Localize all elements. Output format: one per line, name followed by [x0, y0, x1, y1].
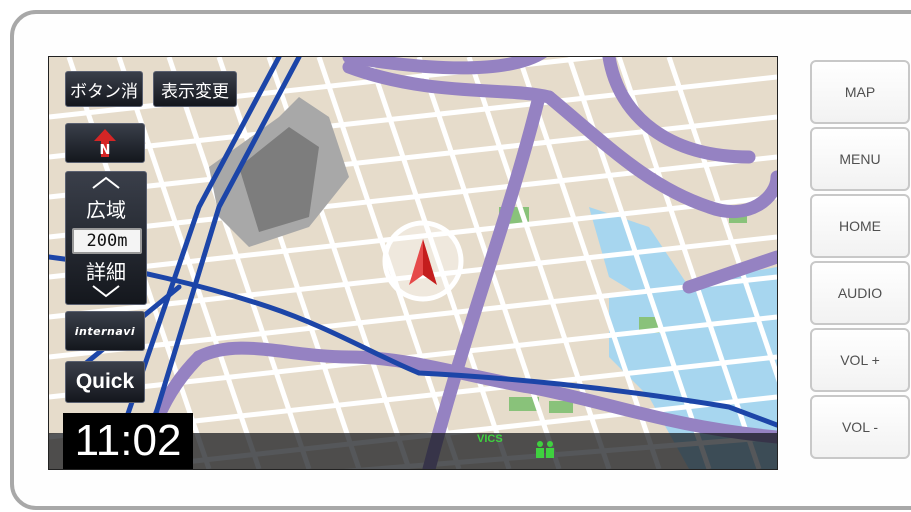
- zoom-wide-label: 広域: [86, 198, 126, 222]
- home-button-label: HOME: [839, 218, 881, 234]
- hide-buttons-button[interactable]: ボタン消: [65, 71, 143, 107]
- hardware-button-panel: MAP MENU HOME AUDIO VOL + VOL -: [810, 60, 911, 466]
- vehicle-position-icon: [382, 220, 464, 302]
- volume-down-button[interactable]: VOL -: [810, 395, 910, 459]
- volume-up-button[interactable]: VOL +: [810, 328, 910, 392]
- internavi-button[interactable]: internavi: [65, 311, 145, 351]
- zoom-detail-label: 詳細: [86, 260, 126, 284]
- clock: 11:02: [63, 413, 193, 469]
- quick-label: Quick: [75, 370, 135, 393]
- navigation-map-screen[interactable]: ボタン消 表示変更 N 広域 200m 詳細 internavi Quick 1…: [48, 56, 778, 470]
- city-map[interactable]: [49, 57, 777, 469]
- audio-button[interactable]: AUDIO: [810, 261, 910, 325]
- volume-down-label: VOL -: [841, 419, 879, 435]
- internavi-label: internavi: [74, 324, 136, 338]
- zoom-out-button[interactable]: 広域: [66, 176, 146, 224]
- map-scale: 200m: [72, 228, 142, 254]
- north-arrow-icon: N: [94, 129, 116, 158]
- menu-button[interactable]: MENU: [810, 127, 910, 191]
- display-change-label: 表示変更: [161, 81, 229, 102]
- audio-button-label: AUDIO: [837, 285, 883, 301]
- menu-button-label: MENU: [839, 151, 881, 167]
- zoom-control: 広域 200m 詳細: [65, 171, 147, 305]
- display-change-button[interactable]: 表示変更: [153, 71, 237, 107]
- vics-people-icon: [536, 441, 554, 458]
- north-label: N: [100, 143, 111, 158]
- chevron-down-icon: [92, 285, 120, 298]
- volume-up-label: VOL +: [840, 352, 880, 368]
- vics-label: VICS: [477, 433, 503, 445]
- chevron-up-icon: [92, 176, 120, 189]
- home-button[interactable]: HOME: [810, 194, 910, 258]
- north-up-button[interactable]: N: [65, 123, 145, 163]
- zoom-in-button[interactable]: 詳細: [66, 254, 146, 302]
- quick-button[interactable]: Quick: [65, 361, 145, 403]
- map-button-label: MAP: [844, 84, 876, 100]
- hide-buttons-label: ボタン消: [70, 81, 138, 102]
- map-button[interactable]: MAP: [810, 60, 910, 124]
